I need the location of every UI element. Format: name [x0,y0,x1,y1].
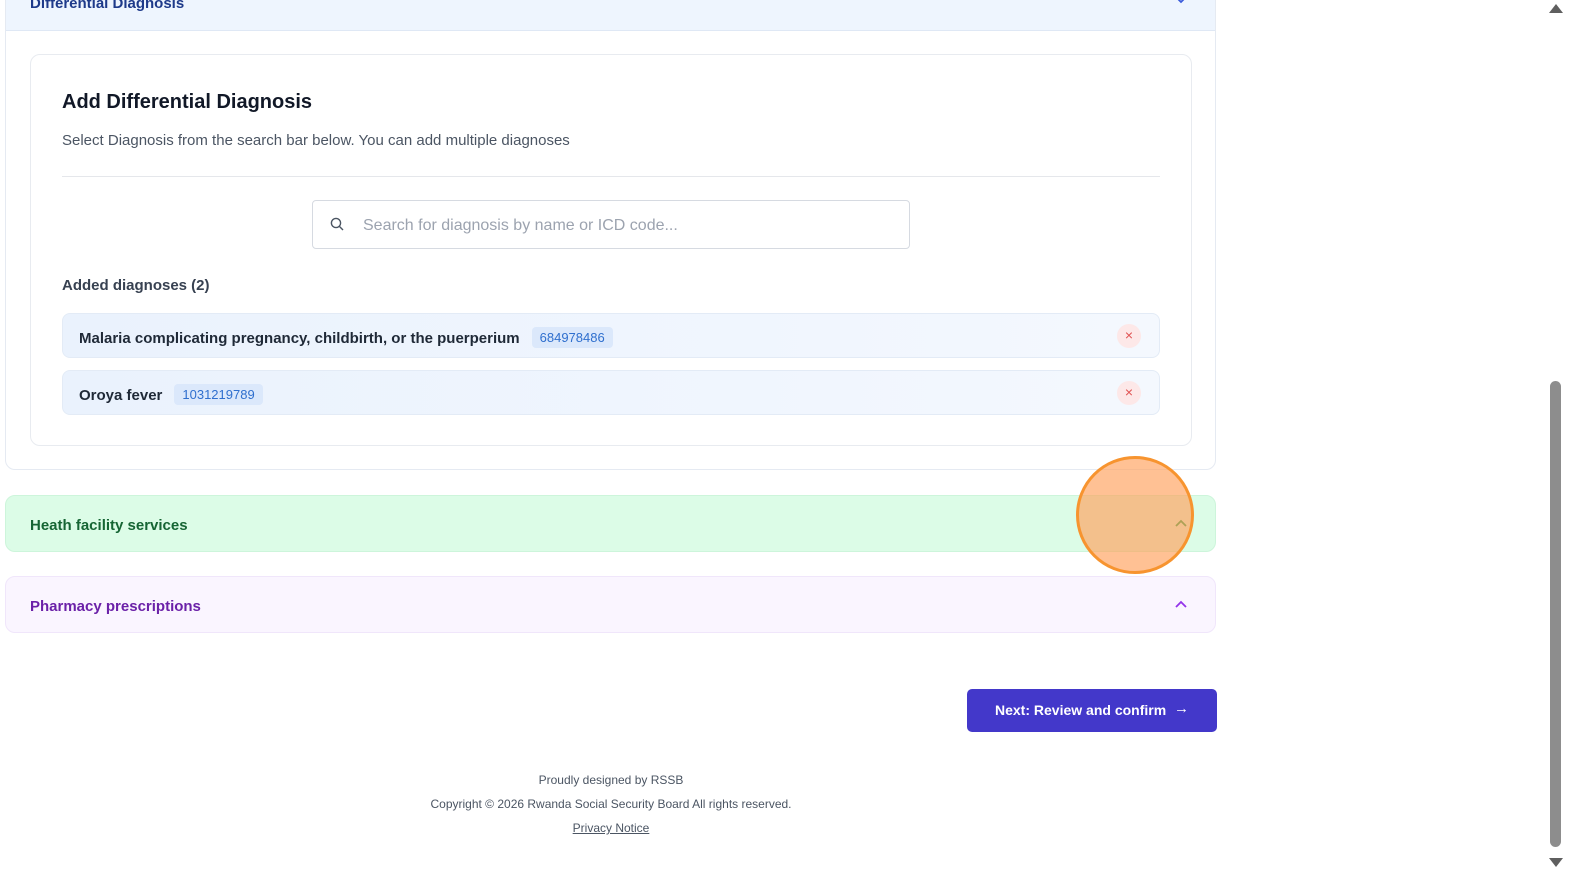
divider [62,176,1160,177]
diagnosis-row: Oroya fever 1031219789 × [62,370,1160,415]
chevron-down-icon[interactable] [1175,0,1187,7]
next-button-label: Next: Review and confirm [995,702,1167,718]
vertical-scrollbar[interactable] [1546,0,1566,878]
search-input[interactable] [361,211,885,241]
footer-copyright: Copyright © 2026 Rwanda Social Security … [430,797,792,811]
scroll-down-arrow-icon[interactable] [1549,858,1563,867]
remove-diagnosis-button[interactable]: × [1117,324,1141,348]
diagnosis-name: Oroya fever 1031219789 [79,384,263,405]
diagnosis-row: Malaria complicating pregnancy, childbir… [62,313,1160,358]
card-subtitle: Select Diagnosis from the search bar bel… [62,132,570,149]
differential-diagnosis-title: Differential Diagnosis [30,0,185,12]
search-icon [330,217,344,231]
card-title: Add Differential Diagnosis [62,91,313,113]
pharmacy-prescriptions-accordion[interactable]: Pharmacy prescriptions [5,576,1216,633]
add-differential-card: Add Differential Diagnosis Select Diagno… [30,54,1192,446]
diagnosis-name-text: Malaria complicating pregnancy, childbir… [79,330,520,347]
differential-diagnosis-header[interactable]: Differential Diagnosis [6,0,1215,31]
chevron-up-icon[interactable] [1175,595,1187,613]
arrow-right-icon: → [1174,700,1189,717]
next-review-button[interactable]: Next: Review and confirm → [967,689,1217,732]
diagnosis-code-badge: 684978486 [531,327,613,348]
scrollbar-thumb[interactable] [1550,381,1561,847]
footer-designed: Proudly designed by RSSB [538,773,684,787]
page: Differential Diagnosis Add Differential … [0,0,1573,878]
diagnosis-search[interactable] [312,200,910,249]
scroll-up-arrow-icon[interactable] [1549,4,1563,13]
click-indicator [1076,456,1194,574]
pharmacy-prescriptions-title: Pharmacy prescriptions [30,598,201,615]
diagnosis-name-text: Oroya fever [79,387,163,404]
remove-diagnosis-button[interactable]: × [1117,381,1141,405]
added-diagnoses-label: Added diagnoses (2) [62,277,210,294]
health-facility-services-accordion[interactable]: Heath facility services [5,495,1216,552]
diagnosis-code-badge: 1031219789 [174,384,263,405]
privacy-notice-link[interactable]: Privacy Notice [573,821,650,835]
footer: Proudly designed by RSSB Copyright © 202… [0,772,1222,844]
diagnosis-name: Malaria complicating pregnancy, childbir… [79,327,613,348]
health-facility-services-title: Heath facility services [30,517,188,534]
